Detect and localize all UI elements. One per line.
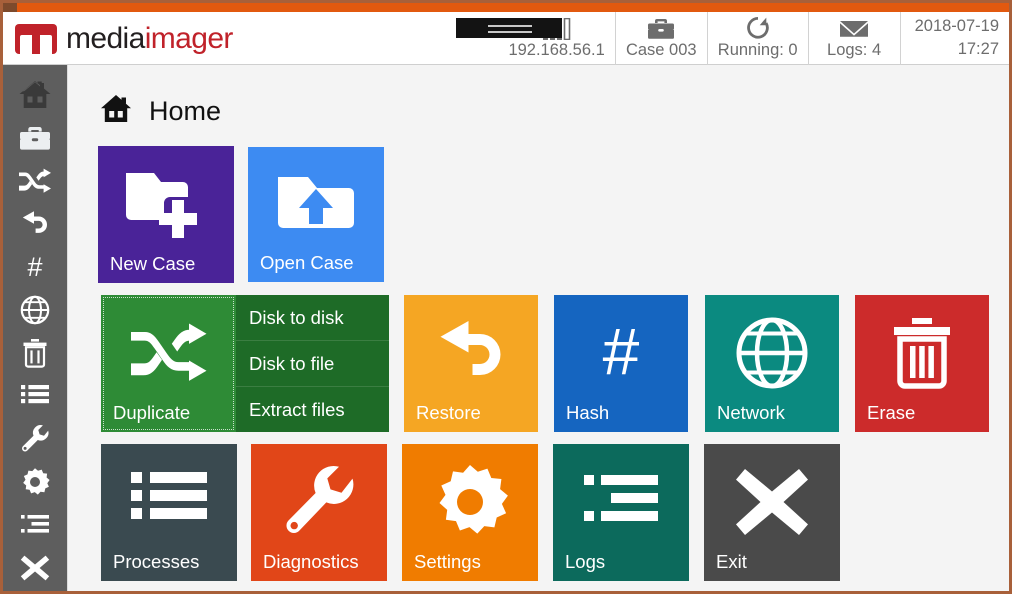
- submenu-item-disk-to-disk[interactable]: Disk to disk: [236, 295, 389, 341]
- close-icon: [20, 554, 50, 582]
- sidebar-item-erase[interactable]: [8, 335, 62, 371]
- tile-new-case-label: New Case: [110, 253, 196, 274]
- submenu-item-disk-to-disk-label: Disk to disk: [249, 306, 344, 328]
- tile-exit-label: Exit: [716, 551, 747, 572]
- tile-processes[interactable]: Processes: [101, 444, 237, 581]
- home-icon: [18, 80, 52, 110]
- status-logs-label: Logs: 4: [827, 41, 882, 59]
- rotate-icon: [745, 16, 771, 40]
- globe-icon: [20, 295, 50, 325]
- screen-artifact: [456, 18, 562, 38]
- sidebar-item-cases[interactable]: [8, 120, 62, 156]
- tile-duplicate[interactable]: Duplicate: [101, 295, 236, 432]
- tile-open-case-label: Open Case: [260, 252, 354, 273]
- sidebar-item-home[interactable]: [8, 77, 62, 113]
- status-running-label: Running: 0: [717, 41, 798, 59]
- tile-exit[interactable]: Exit: [704, 444, 840, 581]
- tile-settings[interactable]: Settings: [402, 444, 538, 581]
- sidebar-item-duplicate[interactable]: [8, 163, 62, 199]
- envelope-icon: [839, 16, 869, 40]
- home-icon: [99, 93, 133, 130]
- tile-diagnostics[interactable]: Diagnostics: [251, 444, 387, 581]
- tile-duplicate-group: Duplicate Disk to disk Disk to file Extr…: [101, 295, 389, 432]
- svg-text:#: #: [27, 253, 42, 281]
- tile-network[interactable]: Network: [705, 295, 839, 432]
- sidebar-item-logs[interactable]: [8, 507, 62, 543]
- sidebar-item-processes[interactable]: [8, 378, 62, 414]
- hash-icon: #: [21, 253, 49, 281]
- tile-duplicate-label: Duplicate: [113, 402, 191, 423]
- wrench-icon: [20, 424, 50, 454]
- status-case[interactable]: Case 003: [614, 12, 707, 65]
- tile-restore[interactable]: Restore: [404, 295, 538, 432]
- sidebar-item-exit[interactable]: [8, 550, 62, 586]
- content-area: Home New Case Open Case Duplicate Disk t…: [67, 65, 1009, 591]
- sidebar-item-hash[interactable]: #: [8, 249, 62, 285]
- list-icon: [20, 383, 50, 409]
- logo-word-imager: imager: [144, 22, 234, 55]
- status-network-label: 192.168.56.1: [508, 41, 605, 59]
- submenu-item-extract-files-label: Extract files: [249, 398, 345, 420]
- titlebar-corner-artifact: [3, 3, 17, 12]
- page-title: Home: [149, 96, 222, 126]
- duplicate-submenu: Disk to disk Disk to file Extract files: [236, 295, 389, 432]
- status-time: 17:27: [957, 40, 999, 58]
- undo-icon: [19, 210, 51, 238]
- sidebar-item-network[interactable]: [8, 292, 62, 328]
- logo-wordmark: mediaimager: [66, 22, 233, 56]
- logo-word-media: media: [66, 22, 145, 55]
- app-window: mediaimager 192.168.56.1 Case 003 Runnin…: [0, 0, 1012, 594]
- tile-open-case[interactable]: Open Case: [248, 147, 384, 282]
- tile-restore-label: Restore: [416, 402, 481, 423]
- briefcase-icon: [19, 125, 51, 152]
- tile-new-case[interactable]: New Case: [98, 146, 234, 283]
- briefcase-icon: [647, 16, 675, 40]
- tile-processes-label: Processes: [113, 551, 200, 572]
- tile-diagnostics-label: Diagnostics: [263, 551, 359, 572]
- submenu-item-disk-to-file[interactable]: Disk to file: [236, 341, 389, 387]
- logo-mark-icon: [15, 24, 57, 54]
- tile-logs[interactable]: Logs: [553, 444, 689, 581]
- status-logs[interactable]: Logs: 4: [807, 12, 900, 65]
- tile-network-label: Network: [717, 402, 785, 423]
- sidebar-item-settings[interactable]: [8, 464, 62, 500]
- tile-erase[interactable]: Erase: [855, 295, 989, 432]
- status-case-label: Case 003: [625, 41, 697, 59]
- svg-text:#: #: [603, 318, 640, 388]
- status-bar: 192.168.56.1 Case 003 Running: 0 Logs: 4…: [498, 12, 1009, 65]
- trash-icon: [22, 338, 48, 368]
- tile-hash[interactable]: # Hash: [554, 295, 688, 432]
- page-header: Home: [99, 93, 221, 130]
- app-header: mediaimager 192.168.56.1 Case 003 Runnin…: [3, 12, 1009, 65]
- submenu-item-disk-to-file-label: Disk to file: [249, 352, 335, 374]
- titlebar-strip: [3, 3, 1009, 12]
- tile-logs-label: Logs: [565, 551, 606, 572]
- tile-hash-label: Hash: [566, 402, 610, 423]
- status-date: 2018-07-19: [914, 17, 999, 35]
- gear-icon: [20, 467, 50, 497]
- app-logo: mediaimager: [15, 22, 233, 56]
- sidebar: #: [3, 65, 67, 591]
- logs-icon: [20, 513, 50, 537]
- sidebar-item-restore[interactable]: [8, 206, 62, 242]
- tile-erase-label: Erase: [867, 402, 916, 423]
- tile-settings-label: Settings: [414, 551, 481, 572]
- status-running[interactable]: Running: 0: [706, 12, 808, 65]
- status-datetime: 2018-07-19 17:27: [899, 12, 1009, 65]
- submenu-item-extract-files[interactable]: Extract files: [236, 387, 389, 432]
- sidebar-item-diagnostics[interactable]: [8, 421, 62, 457]
- shuffle-icon: [18, 168, 52, 194]
